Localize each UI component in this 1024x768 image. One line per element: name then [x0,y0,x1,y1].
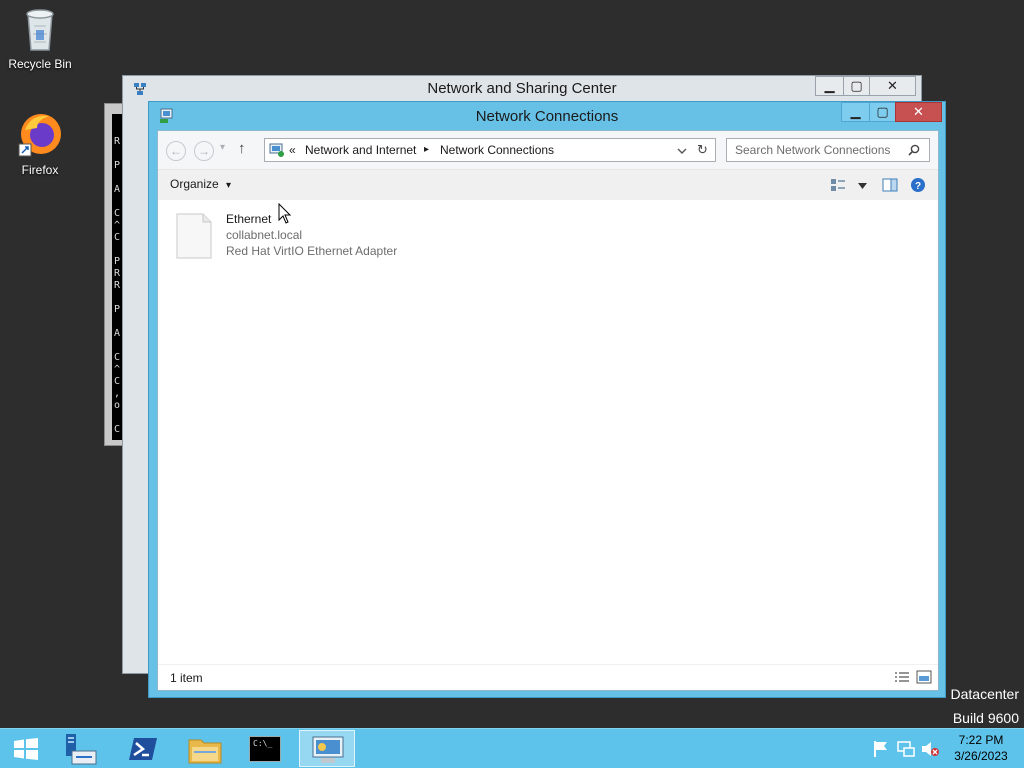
folder-icon [188,735,222,768]
network-connections-icon [311,735,345,768]
action-center-flag-icon[interactable] [872,740,890,761]
connection-name: Ethernet [226,212,272,226]
close-button[interactable]: ✕ [869,76,916,96]
desktop-icon-recycle-bin[interactable]: Recycle Bin [0,6,80,71]
console-char: C [114,424,121,435]
console-char: C [114,352,121,363]
connection-adapter: Red Hat VirtIO Ethernet Adapter [226,244,398,258]
minimize-button[interactable]: ▁ [841,102,870,122]
file-list[interactable]: Ethernet collabnet.local Red Hat VirtIO … [158,201,938,664]
network-connections-window[interactable]: Network Connections ▁ ▢ ✕ ← → ▾ ↑ « Netw… [148,101,946,698]
maximize-button[interactable]: ▢ [843,76,870,96]
console-char: P [114,160,121,171]
build-text: Build 9600 [952,710,1019,726]
up-button[interactable]: ↑ [238,140,246,157]
desktop-icon-label: Firefox [21,163,59,177]
network-tray-icon[interactable] [896,740,916,761]
console-char: R [114,280,121,291]
console-char: o [114,400,121,411]
edition-watermark: Datacenter [951,685,1019,703]
search-input[interactable] [726,138,930,162]
taskbar-server-manager[interactable] [54,730,110,767]
desktop-icon-label: Recycle Bin [8,57,72,71]
console-char: ^ [114,220,121,231]
server-manager-icon [64,733,98,768]
build-watermark: Build 9600 [953,709,1019,727]
refresh-button[interactable]: ↻ [697,142,708,158]
firefox-icon [15,110,65,158]
console-char: R [114,268,121,279]
window-title: Network and Sharing Center [427,80,617,97]
console-char: C [114,208,121,219]
titlebar[interactable]: Network and Sharing Center ▁ ▢ ✕ [123,76,921,102]
console-char: C [114,232,121,243]
address-dropdown-button[interactable] [677,145,687,159]
recycle-bin-icon [20,6,60,52]
console-char: ^ [114,364,121,375]
taskbar-powershell[interactable] [114,730,170,767]
powershell-icon [128,736,158,765]
view-options-dropdown[interactable] [858,179,867,193]
command-bar: Organize ▾ ? [158,169,938,200]
cmd-icon: C:\_ [249,736,281,762]
cmd-icon-text: C:\_ [253,739,273,748]
large-icons-view-icon[interactable] [916,670,932,687]
forward-button[interactable]: → [194,141,214,161]
edition-text: Datacenter [950,686,1019,702]
console-char: P [114,304,121,315]
taskbar-network-connections[interactable] [299,730,355,767]
taskbar-command-prompt[interactable]: C:\_ [238,730,294,767]
console-char: A [114,328,121,339]
clock-time: 7:22 PM [958,733,1004,747]
window-client-area: ← → ▾ ↑ « Network and Internet ▸ Network… [157,130,939,691]
window-title: Network Connections [475,108,619,125]
console-char: A [114,184,121,195]
taskbar-file-explorer[interactable] [176,730,232,767]
organize-menu[interactable]: Organize ▾ [170,177,231,191]
system-clock[interactable]: 7:22 PM 3/26/2023 [946,732,1016,764]
breadcrumb-overflow[interactable]: « [289,143,296,157]
change-view-icon[interactable] [830,178,846,195]
maximize-button[interactable]: ▢ [869,102,896,122]
console-char: C [114,376,121,387]
preview-pane-icon[interactable] [882,177,898,196]
breadcrumb-network-and-internet[interactable]: Network and Internet [305,143,416,157]
close-button[interactable]: ✕ [895,102,942,122]
desktop-icon-firefox[interactable]: Firefox [0,110,80,177]
breadcrumb-separator[interactable]: ▸ [424,144,429,155]
details-view-icon[interactable] [894,671,910,688]
clock-date: 3/26/2023 [954,749,1008,763]
svg-text:?: ? [915,181,921,192]
back-button[interactable]: ← [166,141,186,161]
recent-locations-dropdown[interactable]: ▾ [220,142,225,153]
control-panel-icon [269,142,285,158]
item-count: 1 item [170,671,203,685]
console-char: R [114,136,121,147]
status-bar: 1 item [158,664,938,690]
search-icon [908,144,920,159]
windows-logo-icon [13,738,39,763]
start-button[interactable] [0,730,56,767]
console-char: , [114,388,121,399]
help-icon[interactable]: ? [910,177,926,196]
console-char: P [114,256,121,267]
organize-label: Organize [170,177,219,191]
minimize-button[interactable]: ▁ [815,76,844,96]
list-item[interactable]: Ethernet collabnet.local Red Hat VirtIO … [172,209,412,261]
mouse-cursor-icon [278,202,292,228]
taskbar: C:\_ 7:22 PM 3/26/2023 [0,728,1024,768]
network-adapter-icon [176,213,212,262]
item-text: Ethernet collabnet.local Red Hat VirtIO … [226,211,397,259]
titlebar[interactable]: Network Connections ▁ ▢ ✕ [149,102,945,130]
breadcrumb-network-connections[interactable]: Network Connections [440,143,554,157]
connection-network: collabnet.local [226,228,303,242]
navigation-bar: ← → ▾ ↑ « Network and Internet ▸ Network… [158,131,938,169]
chevron-down-icon: ▾ [226,180,232,191]
address-bar[interactable]: « Network and Internet ▸ Network Connect… [264,138,716,162]
volume-muted-icon[interactable] [920,740,940,761]
